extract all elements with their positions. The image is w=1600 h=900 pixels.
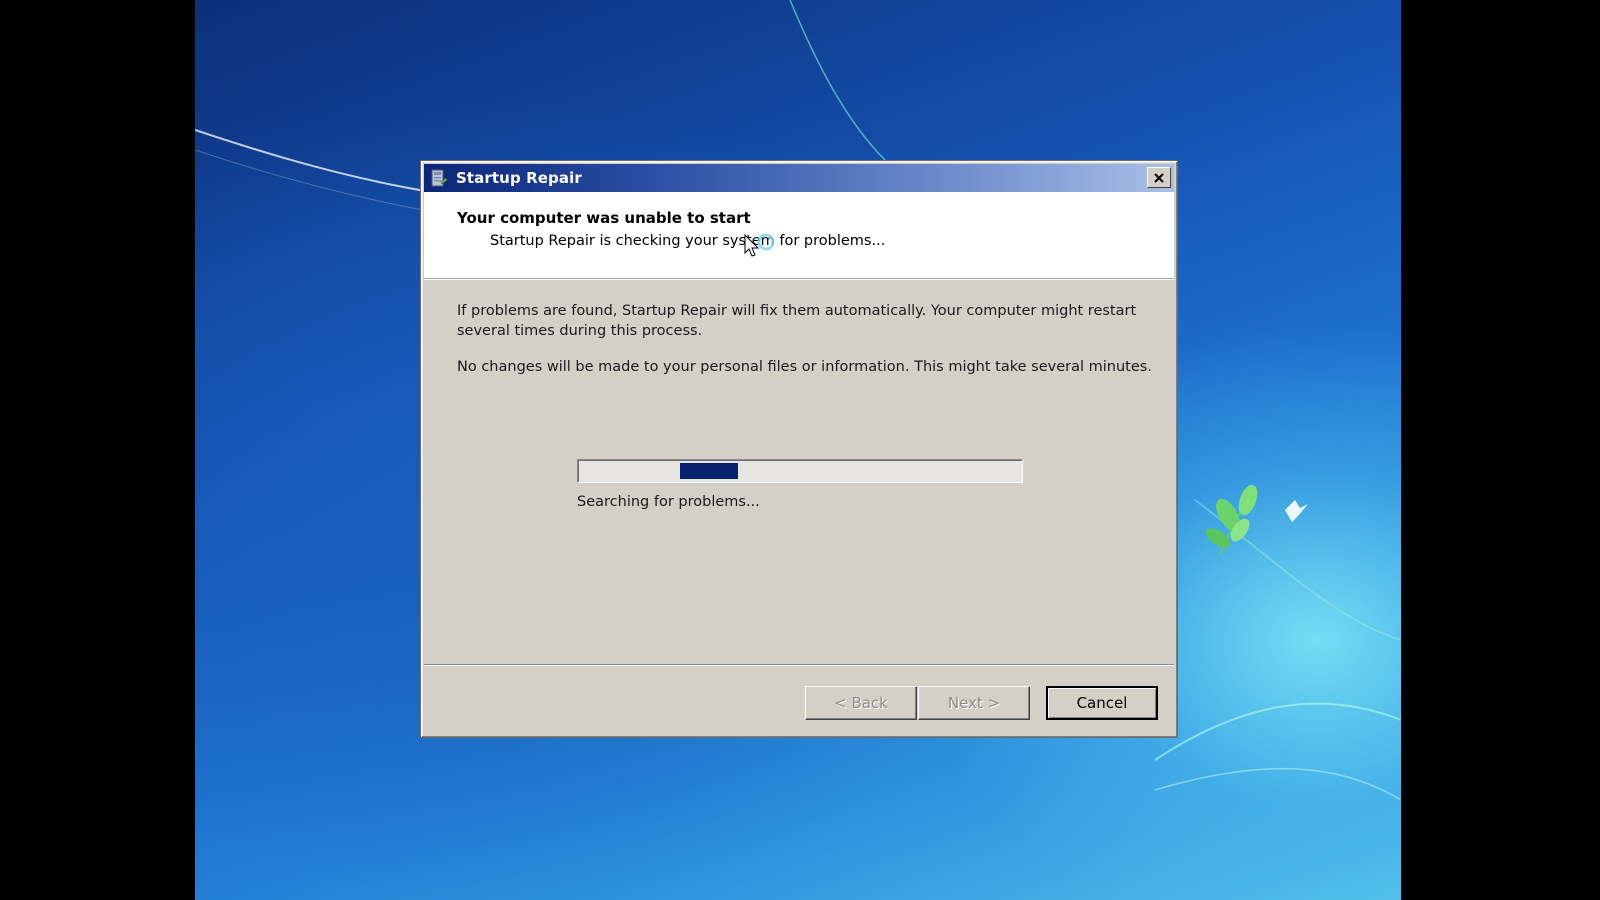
back-button[interactable]: < Back	[805, 686, 917, 720]
cancel-button[interactable]: Cancel	[1046, 686, 1158, 720]
startup-repair-icon	[431, 169, 448, 187]
startup-repair-dialog: Startup Repair Your computer was unable …	[420, 160, 1178, 738]
next-button[interactable]: Next >	[918, 686, 1030, 720]
busy-cursor-icon	[744, 234, 775, 257]
info-paragraph-problems: If problems are found, Startup Repair wi…	[457, 303, 1137, 339]
header-title: Your computer was unable to start	[457, 209, 751, 227]
progress-chunk	[680, 463, 738, 479]
screen: Startup Repair Your computer was unable …	[0, 0, 1600, 900]
close-button[interactable]	[1147, 167, 1171, 188]
header-panel: Your computer was unable to start Startu…	[424, 192, 1174, 279]
close-icon	[1154, 172, 1164, 183]
info-paragraph-no-changes: No changes will be made to your personal…	[457, 359, 1152, 375]
window-title: Startup Repair	[456, 169, 582, 187]
progress-status-text: Searching for problems...	[577, 494, 760, 510]
progress-bar	[577, 459, 1023, 483]
header-subtitle: Startup Repair is checking your system f…	[490, 233, 886, 249]
footer-separator	[424, 664, 1174, 666]
wallpaper-leaves	[1205, 484, 1308, 556]
title-bar[interactable]: Startup Repair	[424, 164, 1174, 192]
